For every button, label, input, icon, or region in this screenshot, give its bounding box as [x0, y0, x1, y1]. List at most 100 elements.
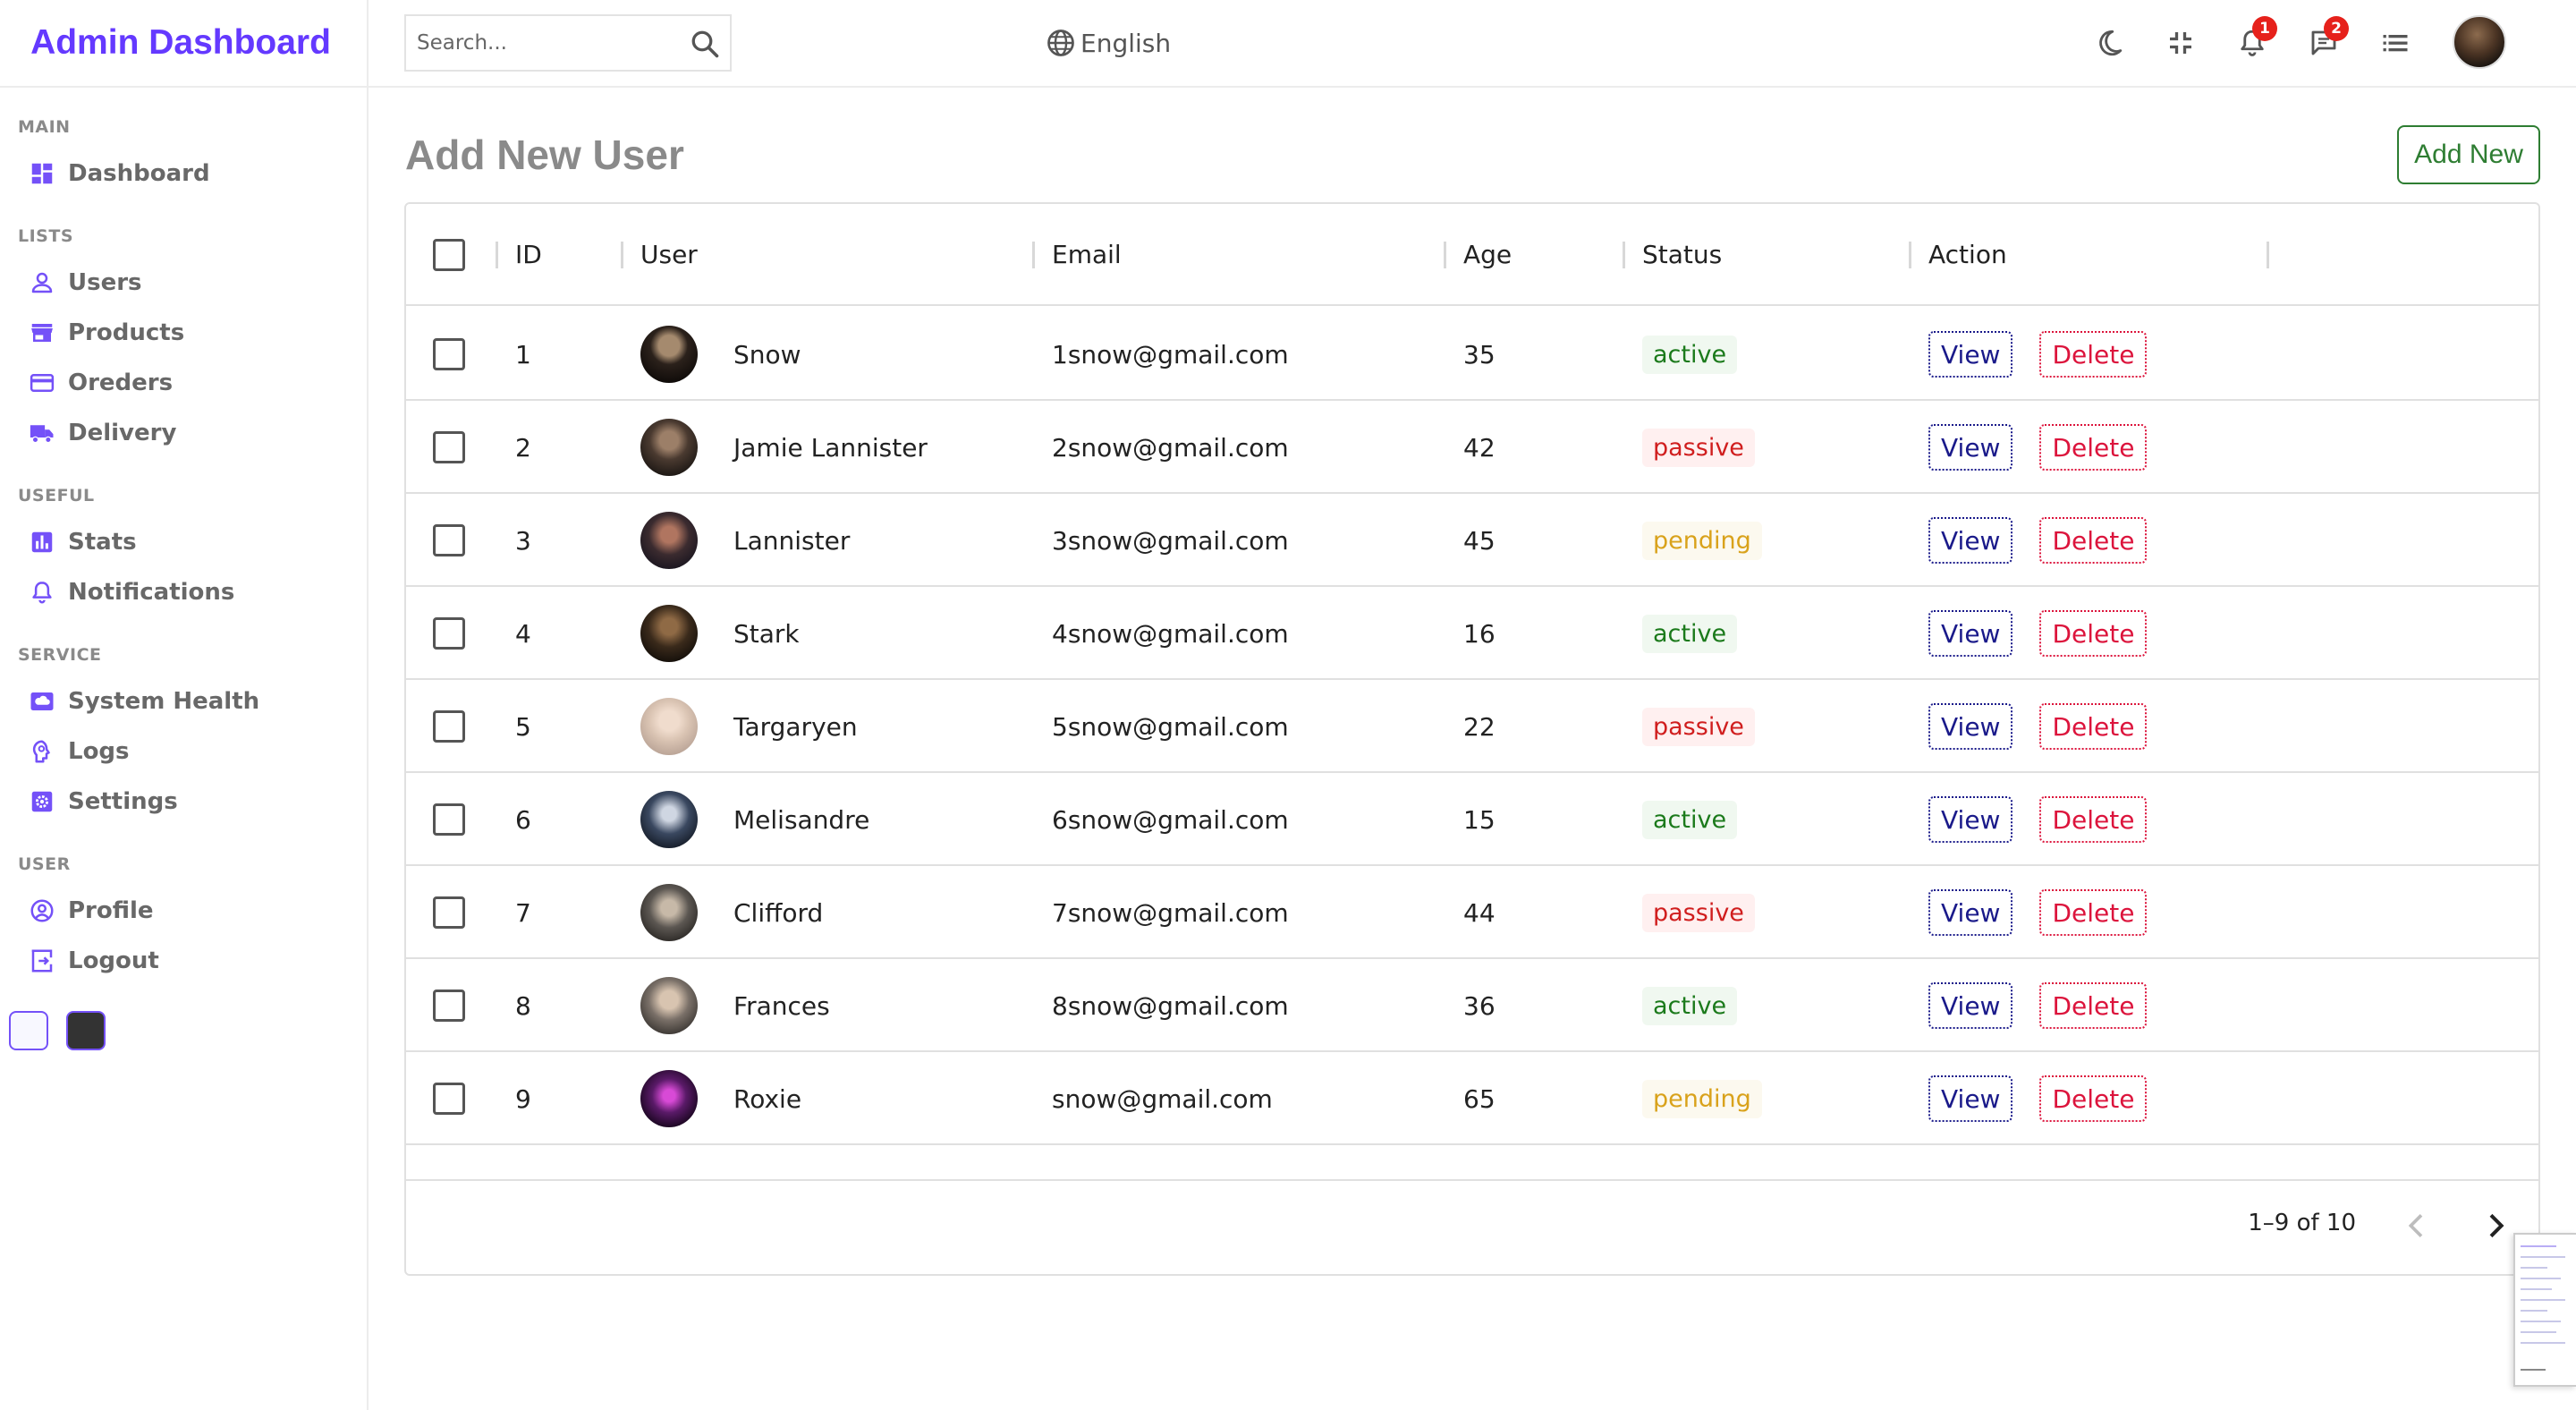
- view-button[interactable]: View: [1928, 424, 2013, 471]
- column-header-action[interactable]: Action: [1928, 240, 2007, 269]
- language-selector[interactable]: English: [1045, 21, 1171, 64]
- delete-button[interactable]: Delete: [2039, 1075, 2148, 1122]
- sidebar-item-notifications[interactable]: Notifications: [18, 567, 367, 617]
- logo[interactable]: Admin Dashboard: [30, 23, 331, 63]
- delete-button[interactable]: Delete: [2039, 517, 2148, 564]
- delete-button[interactable]: Delete: [2039, 424, 2148, 471]
- pagination-range: 1–9 of 10: [2248, 1210, 2356, 1236]
- status-badge: passive: [1642, 893, 1755, 932]
- cell-status: active: [1642, 773, 1738, 866]
- sidebar-section-title: USER: [18, 854, 71, 874]
- view-button[interactable]: View: [1928, 610, 2013, 657]
- sidebar-item-stats[interactable]: Stats: [18, 517, 367, 567]
- sidebar-item-delivery[interactable]: Delivery: [18, 408, 367, 458]
- table-row[interactable]: 1 Snow 1snow@gmail.com 35 active View Delete: [406, 308, 2538, 401]
- page-title: Add New User: [405, 132, 684, 178]
- select-all-checkbox[interactable]: [433, 239, 465, 271]
- view-button[interactable]: View: [1928, 1075, 2013, 1122]
- search-icon[interactable]: [689, 28, 721, 60]
- chevron-left-icon[interactable]: [2399, 1208, 2435, 1244]
- row-checkbox[interactable]: [433, 338, 465, 370]
- view-button[interactable]: View: [1928, 982, 2013, 1029]
- row-checkbox[interactable]: [433, 617, 465, 650]
- delete-button[interactable]: Delete: [2039, 796, 2148, 843]
- list-menu-button[interactable]: [2379, 21, 2411, 64]
- column-separator[interactable]: [1032, 242, 1035, 268]
- cloud-health-icon: [29, 688, 55, 715]
- view-button[interactable]: View: [1928, 703, 2013, 750]
- column-separator[interactable]: [621, 242, 623, 268]
- user-avatar[interactable]: [2453, 15, 2506, 69]
- delete-button[interactable]: Delete: [2039, 889, 2148, 936]
- user-avatar: [640, 1070, 698, 1127]
- table-row[interactable]: 5 Targaryen 5snow@gmail.com 22 passive View De…: [406, 680, 2538, 773]
- column-header-status[interactable]: Status: [1642, 240, 1722, 269]
- column-separator[interactable]: [1909, 242, 1911, 268]
- sidebar-item-system-health[interactable]: System Health: [18, 676, 367, 726]
- list-icon: [2383, 35, 2408, 52]
- sidebar-item-profile[interactable]: Profile: [18, 886, 367, 936]
- column-header-age[interactable]: Age: [1463, 240, 1512, 269]
- delete-button[interactable]: Delete: [2039, 331, 2148, 378]
- sidebar-item-products[interactable]: Products: [18, 308, 367, 358]
- sidebar-item-settings[interactable]: Settings: [18, 777, 367, 827]
- view-button[interactable]: View: [1928, 889, 2013, 936]
- table-row[interactable]: 2 Jamie Lannister 2snow@gmail.com 42 passive…: [406, 401, 2538, 494]
- column-separator[interactable]: [1623, 242, 1625, 268]
- chevron-right-icon[interactable]: [2478, 1208, 2513, 1244]
- delete-button[interactable]: Delete: [2039, 610, 2148, 657]
- sidebar-menu: MAIN Dashboard LISTS Users Products Oreders De…: [0, 117, 367, 986]
- column-separator[interactable]: [496, 242, 498, 268]
- sidebar: Admin Dashboard MAIN Dashboard LISTS Users P…: [0, 0, 369, 1410]
- messages-button[interactable]: 2: [2308, 16, 2349, 64]
- table-row[interactable]: 7 Clifford 7snow@gmail.com 44 passive View Del…: [406, 866, 2538, 959]
- messages-badge: 2: [2324, 16, 2349, 41]
- column-header-user[interactable]: User: [640, 240, 698, 269]
- notifications-badge: 1: [2252, 16, 2277, 41]
- row-checkbox[interactable]: [433, 1083, 465, 1115]
- page-thumbnail-preview[interactable]: [2513, 1233, 2576, 1387]
- bell-icon: [29, 579, 55, 606]
- sidebar-item-oreders[interactable]: Oreders: [18, 358, 367, 408]
- light-theme-option[interactable]: [9, 1011, 48, 1050]
- notifications-button[interactable]: 1: [2236, 16, 2277, 64]
- dark-mode-toggle[interactable]: [2093, 21, 2125, 64]
- row-checkbox[interactable]: [433, 710, 465, 743]
- table-row[interactable]: 9 Roxie snow@gmail.com 65 pending View Delete: [406, 1052, 2538, 1145]
- row-checkbox[interactable]: [433, 431, 465, 463]
- cell-email: 6snow@gmail.com: [1052, 804, 1289, 835]
- search-input[interactable]: [417, 31, 676, 55]
- sidebar-item-dashboard[interactable]: Dashboard: [18, 149, 367, 199]
- table-row[interactable]: 8 Frances 8snow@gmail.com 36 active View Delet…: [406, 959, 2538, 1052]
- column-separator[interactable]: [2267, 242, 2269, 268]
- fullscreen-exit-icon: [2170, 32, 2191, 54]
- psychology-icon: [29, 738, 55, 765]
- column-separator[interactable]: [1444, 242, 1446, 268]
- add-new-button[interactable]: Add New: [2397, 125, 2540, 184]
- logout-icon: [29, 947, 55, 974]
- sidebar-item-logout[interactable]: Logout: [18, 936, 367, 986]
- cell-user: Lannister: [640, 494, 850, 587]
- cell-action: View Delete: [1928, 959, 2148, 1052]
- delete-button[interactable]: Delete: [2039, 982, 2148, 1029]
- sidebar-item-users[interactable]: Users: [18, 258, 367, 308]
- table-row[interactable]: 6 Melisandre 6snow@gmail.com 15 active View De…: [406, 773, 2538, 866]
- column-header-id[interactable]: ID: [515, 240, 542, 269]
- row-checkbox[interactable]: [433, 896, 465, 929]
- sidebar-item-logs[interactable]: Logs: [18, 726, 367, 777]
- row-checkbox[interactable]: [433, 990, 465, 1022]
- row-checkbox[interactable]: [433, 803, 465, 836]
- fullscreen-exit-button[interactable]: [2165, 21, 2197, 64]
- cell-email: 7snow@gmail.com: [1052, 897, 1289, 928]
- dark-theme-option[interactable]: [66, 1011, 106, 1050]
- view-button[interactable]: View: [1928, 331, 2013, 378]
- cell-status: active: [1642, 308, 1738, 401]
- view-button[interactable]: View: [1928, 517, 2013, 564]
- table-row[interactable]: 3 Lannister 3snow@gmail.com 45 pending View De…: [406, 494, 2538, 587]
- user-avatar: [640, 605, 698, 662]
- column-header-email[interactable]: Email: [1052, 240, 1122, 269]
- row-checkbox[interactable]: [433, 524, 465, 556]
- delete-button[interactable]: Delete: [2039, 703, 2148, 750]
- view-button[interactable]: View: [1928, 796, 2013, 843]
- table-row[interactable]: 4 Stark 4snow@gmail.com 16 active View Delete: [406, 587, 2538, 680]
